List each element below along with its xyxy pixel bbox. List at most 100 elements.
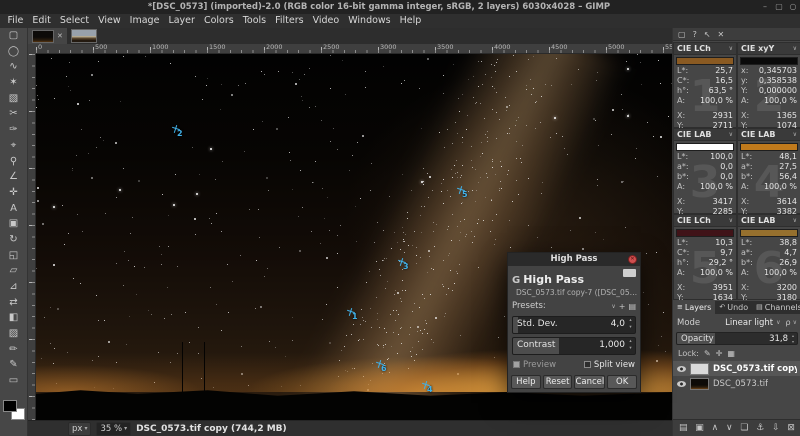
value-row: A:100,0 %	[674, 96, 736, 106]
duplicate-layer-button[interactable]: ❏	[740, 423, 748, 433]
tool-crop[interactable]: ▣	[0, 216, 27, 232]
help-icon[interactable]: ?	[693, 28, 697, 41]
image-tab-landscape[interactable]	[67, 28, 101, 44]
sample-point-2[interactable]: 2	[172, 125, 186, 139]
menu-filters[interactable]: Filters	[271, 14, 308, 28]
menu-tools[interactable]: Tools	[238, 14, 270, 28]
mode-value[interactable]: Linear light	[725, 318, 773, 328]
reset-button[interactable]: Reset	[543, 375, 573, 389]
fg-bg-colors[interactable]	[3, 400, 25, 420]
layer-name: DSC_0573.tif	[713, 379, 768, 389]
tab-close-icon[interactable]: ✕	[57, 32, 63, 40]
tool-perspective[interactable]: ⊿	[0, 279, 27, 295]
menu-video[interactable]: Video	[308, 14, 344, 28]
tool-scissors-select[interactable]: ✂	[0, 106, 27, 122]
tool-text[interactable]: A	[0, 201, 27, 217]
new-layer-button[interactable]: ▤	[679, 423, 688, 433]
tool-paths[interactable]: ✑	[0, 122, 27, 138]
colorspace-select[interactable]: CIE xyY∨	[738, 43, 800, 55]
zoom-select[interactable]: 35 % ▾	[96, 422, 131, 436]
presets-dropdown[interactable]: ∨	[549, 303, 616, 310]
ok-button[interactable]: OK	[607, 375, 637, 389]
tool-bucket-fill[interactable]: ◧	[0, 310, 27, 326]
spinner-icons[interactable]: ▴▾	[627, 318, 634, 331]
spinner-icons[interactable]: ▴▾	[790, 333, 796, 344]
menu-windows[interactable]: Windows	[344, 14, 395, 28]
tool-eraser[interactable]: ▭	[0, 373, 27, 389]
visibility-eye-icon[interactable]	[677, 366, 686, 372]
dialog-title-bar[interactable]: High Pass ✕	[508, 253, 640, 266]
display-icon[interactable]: ▢	[678, 28, 686, 41]
image-tab-night-sky[interactable]: ✕	[28, 28, 67, 44]
sample-point-4[interactable]: 4	[422, 381, 436, 395]
value-label: x:	[741, 66, 748, 76]
menu-help[interactable]: Help	[395, 14, 426, 28]
cursor-icon[interactable]: ↖	[704, 28, 711, 41]
sample-point-3[interactable]: 3	[398, 258, 412, 272]
lock-paint-icon[interactable]: ✎	[704, 349, 711, 358]
new-group-button[interactable]: ▣	[695, 423, 704, 433]
slider-contrast[interactable]: Contrast1,000▴▾	[512, 337, 636, 355]
tool-move[interactable]: ✛	[0, 185, 27, 201]
close-icon[interactable]: ○	[786, 0, 800, 14]
unit-select[interactable]: px ▾	[68, 422, 91, 436]
minimize-icon[interactable]: –	[758, 0, 772, 14]
close-icon[interactable]: ✕	[718, 28, 725, 41]
help-button[interactable]: Help	[511, 375, 541, 389]
sample-point-5[interactable]: 5	[457, 186, 471, 200]
tool-select-by-color[interactable]: ▧	[0, 91, 27, 107]
lock-position-icon[interactable]: ✛	[716, 349, 723, 358]
tool-scale[interactable]: ◱	[0, 248, 27, 264]
opacity-slider[interactable]: Opacity 31,8 ▴▾	[676, 332, 798, 345]
dock-toolbar: ▢? ↖ ✕	[673, 28, 800, 41]
tool-rotate[interactable]: ↻	[0, 232, 27, 248]
tool-rect-select[interactable]: ▢	[0, 28, 27, 44]
sample-point-1[interactable]: 1	[347, 308, 361, 322]
foreground-color-swatch[interactable]	[3, 400, 17, 412]
add-preset-icon[interactable]: +	[619, 302, 626, 311]
blend-space-icon[interactable]: ρ	[786, 318, 791, 327]
slider-std-dev-[interactable]: Std. Dev.4,0▴▾	[512, 316, 636, 334]
tool-fuzzy-select[interactable]: ✶	[0, 75, 27, 91]
sample-point-6[interactable]: 6	[376, 360, 390, 374]
delete-layer-button[interactable]: ⊠	[787, 423, 795, 433]
raise-layer-button[interactable]: ∧	[712, 423, 719, 433]
tool-gradient[interactable]: ▨	[0, 326, 27, 342]
menu-select[interactable]: Select	[55, 14, 93, 28]
visibility-eye-icon[interactable]	[677, 381, 686, 387]
cancel-button[interactable]: Cancel	[574, 375, 605, 389]
tool-flip[interactable]: ⇄	[0, 295, 27, 311]
tool-shear[interactable]: ▱	[0, 263, 27, 279]
layer-row[interactable]: DSC_0573.tif	[673, 376, 800, 391]
preview-checkbox[interactable]: Preview	[513, 360, 556, 370]
horizontal-ruler[interactable]: 0500100015002000250030003500400045005000…	[36, 44, 672, 54]
anchor-layer-button[interactable]: ⚓	[756, 423, 764, 433]
menu-file[interactable]: File	[3, 14, 28, 28]
menu-edit[interactable]: Edit	[28, 14, 55, 28]
menu-layer[interactable]: Layer	[164, 14, 200, 28]
layer-row[interactable]: DSC_0573.tif copy	[673, 361, 800, 376]
title-bar[interactable]: *[DSC_0573] (imported)-2.0 (RGB color 16…	[0, 0, 800, 14]
tool-paintbrush[interactable]: ✎	[0, 357, 27, 373]
tool-free-select[interactable]: ∿	[0, 59, 27, 75]
lower-layer-button[interactable]: ∨	[726, 423, 733, 433]
spinner-icons[interactable]: ▴▾	[627, 339, 634, 352]
dialog-close-icon[interactable]: ✕	[628, 255, 637, 264]
menu-view[interactable]: View	[94, 14, 126, 28]
tool-ellipse-select[interactable]: ◯	[0, 44, 27, 60]
menu-image[interactable]: Image	[125, 14, 164, 28]
maximize-icon[interactable]: ▢	[772, 0, 786, 14]
vertical-ruler[interactable]	[28, 54, 36, 432]
tool-measure[interactable]: ∠	[0, 169, 27, 185]
lock-alpha-icon[interactable]: ▦	[727, 349, 735, 358]
tool-zoom[interactable]: ⚲	[0, 154, 27, 170]
colorspace-select[interactable]: CIE LCh∨	[674, 43, 736, 55]
split-view-checkbox[interactable]: Split view	[584, 360, 635, 370]
merge-down-button[interactable]: ⇩	[772, 423, 780, 433]
manage-presets-icon[interactable]: ▤	[628, 302, 636, 311]
high-pass-dialog[interactable]: High Pass ✕ GHigh Pass DSC_0573.tif copy…	[507, 252, 641, 393]
menu-colors[interactable]: Colors	[199, 14, 238, 28]
tool-color-picker[interactable]: ⌖	[0, 138, 27, 154]
tool-pencil[interactable]: ✏	[0, 342, 27, 358]
layer-mode-row[interactable]: Mode Linear light ∨ ρ ∨	[673, 315, 800, 330]
